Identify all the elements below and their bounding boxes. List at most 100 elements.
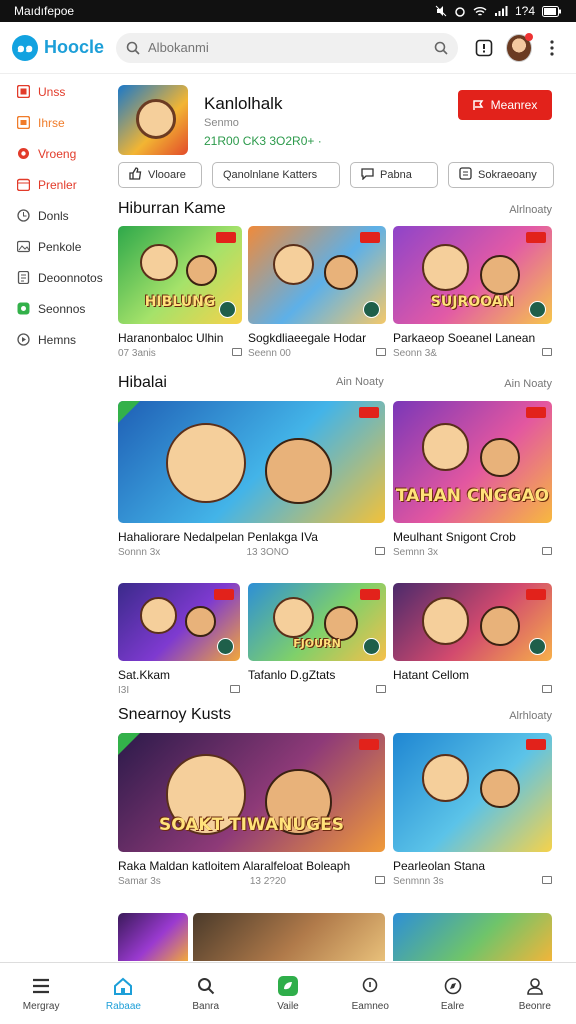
notifications-button[interactable] (472, 35, 496, 61)
game-thumbnail[interactable] (393, 733, 552, 852)
game-thumbnail[interactable]: TAHAN CNGGAO (393, 401, 552, 523)
nav-tab-label: Beonre (518, 1000, 551, 1012)
game-thumbnail-partial[interactable] (118, 913, 188, 961)
section-see-all[interactable]: Ain Noaty (504, 378, 552, 390)
sidebar-item[interactable]: Seonnos (0, 293, 110, 324)
game-thumbnail-partial[interactable] (193, 913, 385, 961)
game-card[interactable]: SOAKT TIWANUGES Raka Maldan katloitem Ala… (118, 733, 385, 887)
status-carrier: Maıdıfepoe (14, 4, 75, 18)
game-thumbnail-partial[interactable] (393, 913, 552, 961)
mute-icon (435, 5, 447, 17)
menu-icon (31, 976, 51, 996)
status-bar: Maıdıfepoe 1?4 (0, 0, 576, 22)
sidebar-item[interactable]: Ihrse (0, 107, 110, 138)
main-content: Kanlolhalk Senmo 21R00 CK3 3O2R0+ · Mean… (118, 76, 556, 188)
featured-action-button[interactable]: Meanrex (458, 90, 552, 120)
sidebar-item[interactable]: Hemns (0, 324, 110, 355)
game-thumbnail[interactable] (118, 401, 385, 523)
battery-icon (542, 5, 561, 17)
game-card[interactable]: Hatant Cellom (393, 583, 552, 693)
sidebar-item[interactable]: Vroeng (0, 138, 110, 169)
bulb-icon (360, 976, 380, 996)
game-title: Sat.Kkam (118, 668, 171, 682)
game-card[interactable]: TAHAN CNGGAO Meulhant Snigont Crob Semnn 3… (393, 401, 552, 558)
nav-tab-label: Mergray (22, 1000, 60, 1012)
filter-chip[interactable]: Sokraeoany (448, 162, 554, 188)
featured-thumbnail[interactable] (118, 85, 188, 155)
section-see-all[interactable]: Alrhloaty (509, 710, 552, 722)
nav-tab-compass[interactable]: Ealre (418, 976, 488, 1012)
filter-chips: Vlooare Qanolnlane Katters Pabna Sokraeoany (118, 162, 556, 188)
game-thumbnail[interactable] (248, 226, 386, 324)
nav-tab-search[interactable]: Banra (171, 976, 241, 1012)
nav-tab-home[interactable]: Rabaae (88, 976, 158, 1012)
sidebar-item[interactable]: Unss (0, 76, 110, 107)
game-card[interactable]: HIBLUNG Haranonbaloc Ulhin 07 3anis (118, 226, 242, 359)
filter-chip[interactable]: Pabna (350, 162, 438, 188)
section-see-all[interactable]: Alrlnoaty (509, 204, 552, 216)
overflow-menu-button[interactable] (540, 35, 564, 61)
app-logo[interactable]: ๑๑ Hoocle (12, 34, 104, 61)
filter-chip[interactable]: Vlooare (118, 162, 202, 188)
game-card[interactable]: Sogkdliaeegale Hodar Seenn 00 (248, 226, 386, 359)
section-header: Hibalai Ain Noaty (118, 374, 552, 392)
filter-chip[interactable]: Qanolnlane Katters (212, 162, 340, 188)
game-meta: Senmnn 3s (393, 876, 552, 887)
sidebar: Unss Ihrse Vroeng Prenler Donls Penkole Deoonn… (0, 76, 110, 355)
puzzle-icon (17, 302, 30, 315)
box-icon (459, 167, 472, 183)
search-bar[interactable] (116, 32, 458, 63)
status-icons: 1?4 (435, 4, 562, 18)
badge-icon (526, 589, 546, 600)
game-card[interactable]: Hahaliorare Nedalpelan Penlakga IVa Sonnn… (118, 401, 385, 558)
game-thumbnail[interactable] (118, 583, 240, 661)
game-thumbnail[interactable] (393, 583, 552, 661)
flower-icon (17, 147, 30, 160)
game-thumbnail[interactable]: SUJROOAN (393, 226, 552, 324)
game-meta: Samar 3s 13 2?20 (118, 876, 385, 887)
game-meta: I3I (118, 685, 240, 696)
game-meta: Seonn 3& (393, 348, 552, 359)
grid-icon (16, 84, 31, 99)
nav-tab-menu[interactable]: Mergray (6, 976, 76, 1012)
section-header: Snearnoy Kusts Alrhloaty (118, 706, 552, 724)
sidebar-item[interactable]: Penkole (0, 231, 110, 262)
game-meta: Semnn 3x (393, 547, 552, 558)
game-meta: Sonnn 3x 13 3ONO (118, 547, 385, 558)
search-icon (196, 976, 216, 996)
nav-tab-bulb[interactable]: Eamneo (335, 976, 405, 1012)
game-meta-text: Senmnn 3s (393, 876, 444, 887)
game-card[interactable]: FJOURN Tafanlo D.gZtats (248, 583, 386, 693)
chip-label: Qanolnlane Katters (223, 169, 318, 181)
game-thumbnail[interactable]: HIBLUNG (118, 226, 242, 324)
badge-icon (216, 232, 236, 243)
sidebar-item[interactable]: Donls (0, 200, 110, 231)
featured-meta: 21R00 CK3 3O2R0+ · (204, 134, 322, 148)
featured-app[interactable]: Kanlolhalk Senmo 21R00 CK3 3O2R0+ · Mean… (118, 76, 556, 156)
sidebar-item-label: Donls (38, 208, 69, 223)
game-card[interactable]: Pearleolan Stana Senmnn 3s (393, 733, 552, 887)
nav-tab-label: Ealre (440, 1000, 465, 1012)
character-art (186, 255, 218, 287)
character-art (323, 255, 359, 290)
nav-tab-label: Eamneo (351, 1000, 389, 1012)
nav-tab-leaf[interactable]: Vaile (253, 975, 323, 1012)
search-input[interactable] (148, 40, 426, 55)
badge-icon (359, 739, 379, 750)
voice-search-icon[interactable] (434, 41, 448, 55)
device-icon (232, 348, 242, 356)
game-title: Haranonbaloc Ulhin (118, 331, 224, 345)
sidebar-item-label: Ihrse (38, 115, 65, 130)
game-thumbnail[interactable]: FJOURN (248, 583, 386, 661)
game-card[interactable]: Sat.Kkam I3I (118, 583, 240, 696)
nav-tab-user[interactable]: Beonre (500, 976, 570, 1012)
game-thumbnail[interactable]: SOAKT TIWANUGES (118, 733, 385, 852)
sidebar-item[interactable]: Prenler (0, 169, 110, 200)
section-see-all[interactable]: Ain Noaty (336, 376, 384, 388)
user-avatar[interactable] (505, 32, 533, 62)
game-meta-text: Seenn 00 (248, 348, 291, 359)
wifi-icon (473, 7, 487, 16)
game-card[interactable]: SUJROOAN Parkaeop Soeanel Lanean Seonn 3& (393, 226, 552, 359)
sidebar-item[interactable]: Deoonnotos (0, 262, 110, 293)
badge-icon (214, 589, 234, 600)
